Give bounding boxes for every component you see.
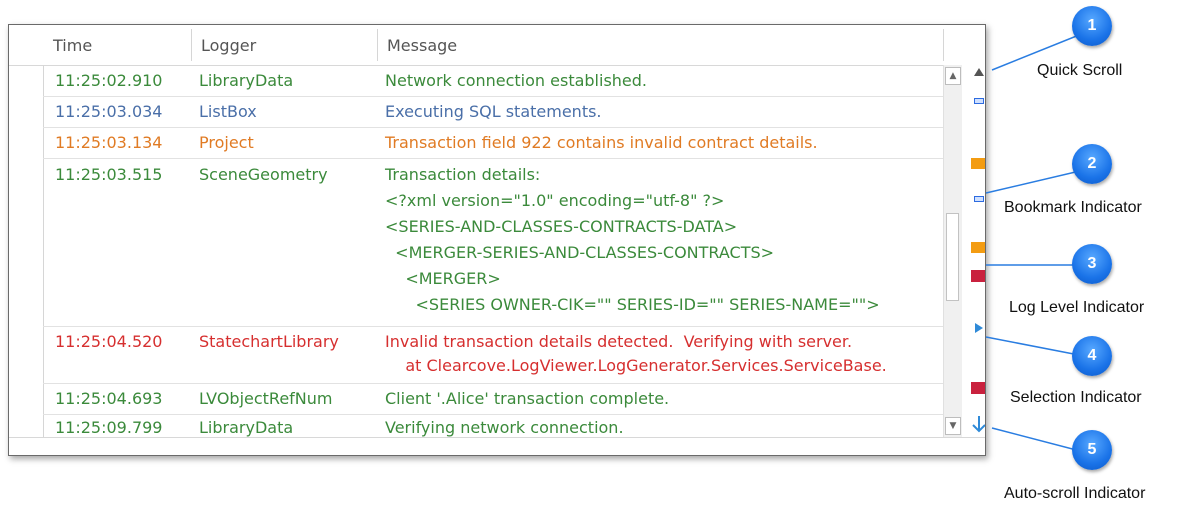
callout-badge-5: 5 (1072, 430, 1112, 470)
callout-label-log-level-indicator: Log Level Indicator (1009, 299, 1145, 316)
callout-connectors (985, 32, 1085, 453)
callout-label-quick-scroll: Quick Scroll (1037, 62, 1123, 79)
callout-badge-2: 2 (1072, 144, 1112, 184)
callout-badge-1: 1 (1072, 6, 1112, 46)
callout-label-selection-indicator: Selection Indicator (1010, 389, 1142, 406)
callout-label-auto-scroll-indicator: Auto-scroll Indicator (1004, 485, 1146, 502)
callout-badge-3: 3 (1072, 244, 1112, 284)
callout-connector-line (985, 169, 1085, 194)
callout-connector-line (985, 336, 1085, 357)
callout-badge-4: 4 (1072, 336, 1112, 376)
callout-label-bookmark-indicator: Bookmark Indicator (1004, 199, 1142, 216)
callout-connector-line (991, 427, 1085, 453)
